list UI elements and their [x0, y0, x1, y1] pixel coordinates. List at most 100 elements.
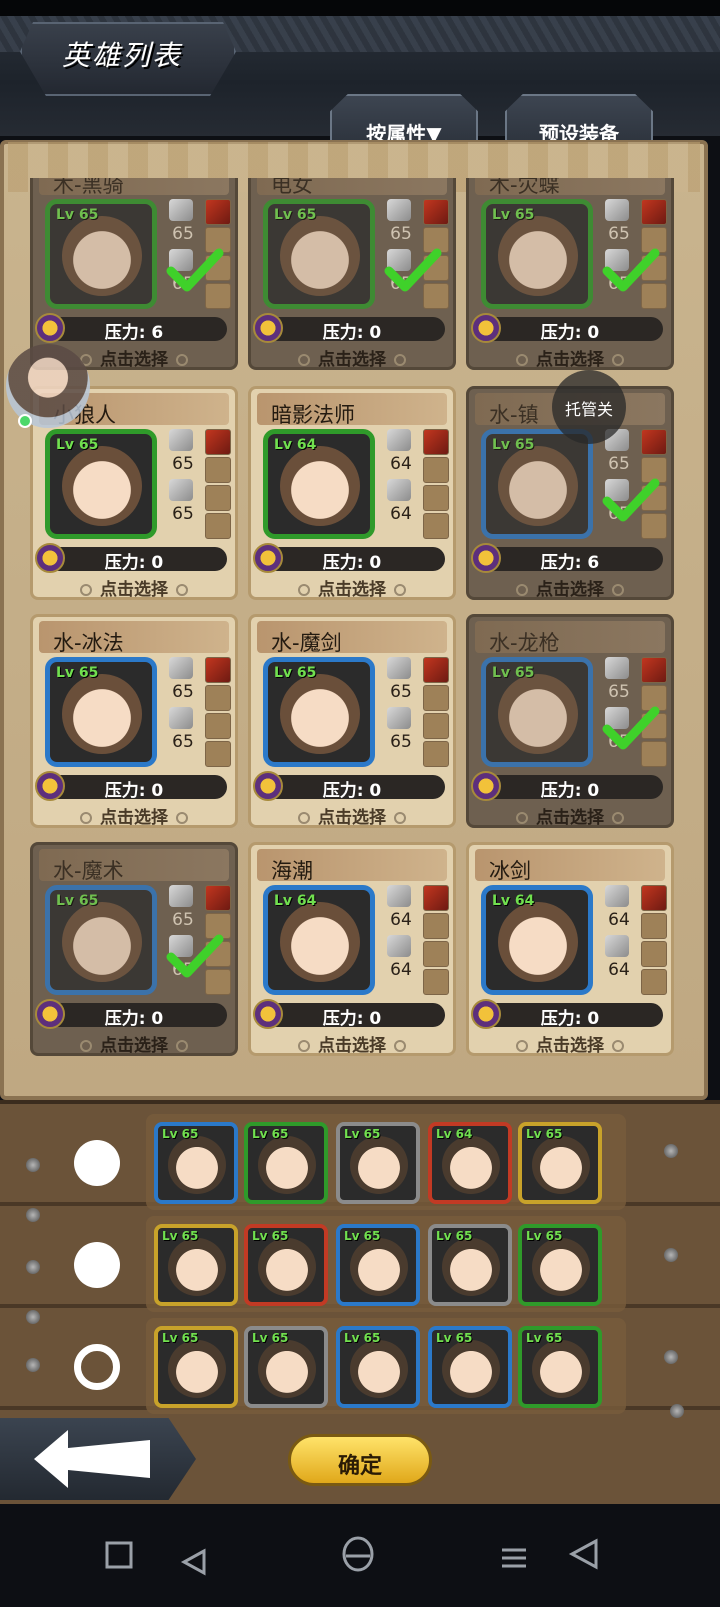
team-member-portrait[interactable]: Lv 65 — [336, 1326, 420, 1408]
select-hint[interactable]: 点击选择 — [469, 575, 671, 600]
hero-portrait: Lv 65 — [263, 657, 375, 767]
defense-value: 64 — [608, 960, 630, 980]
equipment-slot-icon — [641, 885, 667, 911]
select-hint[interactable]: 点击选择 — [469, 803, 671, 828]
equipment-slot-icon — [423, 657, 449, 683]
hero-name: 水-龙枪 — [489, 631, 560, 655]
team-member-portrait[interactable]: Lv 65 — [428, 1224, 512, 1306]
hero-face-icon — [498, 216, 578, 296]
team-member-portrait[interactable]: Lv 65 — [428, 1326, 512, 1408]
select-hint[interactable]: 点击选择 — [33, 1031, 235, 1056]
back-nav-icon[interactable] — [180, 1548, 208, 1576]
helmet-icon — [387, 479, 411, 501]
back-button[interactable] — [0, 1418, 196, 1500]
team-radio[interactable] — [74, 1242, 120, 1288]
hero-card[interactable]: 木-黑骑 Lv 65 65 65 压力: 6 点击选择 — [30, 178, 238, 370]
floating-avatar-icon[interactable] — [6, 344, 90, 428]
attack-value: 64 — [608, 910, 630, 930]
team-member-portrait[interactable]: Lv 64 — [428, 1122, 512, 1204]
attack-value: 65 — [172, 682, 194, 702]
select-hint[interactable]: 点击选择 — [251, 803, 453, 828]
android-nav-bar — [0, 1504, 720, 1607]
team-member-portrait[interactable]: Lv 65 — [244, 1224, 328, 1306]
pressure-bar: 压力: 0 — [253, 999, 445, 1029]
team-member-level: Lv 65 — [162, 1229, 199, 1243]
hero-card[interactable]: 木-灾蝶 Lv 65 65 65 压力: 0 点击选择 — [466, 178, 674, 370]
hero-name: 冰剑 — [489, 859, 531, 883]
defense-value: 65 — [172, 732, 194, 752]
hero-name-bar: 水-魔剑 — [257, 621, 447, 655]
pressure-text: 压力: 6 — [104, 323, 164, 343]
auto-toggle-button[interactable]: 托管关 — [552, 370, 626, 444]
equipment-slot-icon — [205, 485, 231, 511]
select-hint[interactable]: 点击选择 — [251, 345, 453, 370]
select-hint[interactable]: 点击选择 — [251, 1031, 453, 1056]
back-triangle-icon[interactable] — [568, 1538, 600, 1570]
dot-icon — [612, 354, 624, 366]
pressure-bar: 压力: 0 — [35, 543, 227, 573]
team-member-portrait[interactable]: Lv 65 — [244, 1122, 328, 1204]
hero-name: 水-魔术 — [53, 859, 124, 883]
recent-apps-icon[interactable] — [104, 1540, 134, 1570]
hero-card[interactable]: 水-冰法 Lv 65 65 65 压力: 0 点击选择 — [30, 614, 238, 828]
hero-face-icon — [258, 1136, 316, 1194]
select-hint[interactable]: 点击选择 — [469, 345, 671, 370]
hero-level: Lv 64 — [274, 437, 317, 453]
hero-card[interactable]: 电女 Lv 65 65 65 压力: 0 点击选择 — [248, 178, 456, 370]
pressure-bar: 压力: 0 — [253, 771, 445, 801]
team-member-portrait[interactable]: Lv 65 — [518, 1326, 602, 1408]
team-member-portrait[interactable]: Lv 65 — [244, 1326, 328, 1408]
hero-card-grid[interactable]: 木-黑骑 Lv 65 65 65 压力: 6 点击选择 电女 Lv 65 65 65 压力: 0 点击… — [2, 178, 706, 1100]
hero-card[interactable]: 冰剑 Lv 64 64 64 压力: 0 点击选择 — [466, 842, 674, 1056]
team-member-portrait[interactable]: Lv 65 — [518, 1224, 602, 1306]
team-radio[interactable] — [74, 1344, 120, 1390]
dot-icon — [612, 1040, 624, 1052]
select-hint[interactable]: 点击选择 — [33, 575, 235, 600]
team-member-level: Lv 65 — [162, 1127, 199, 1141]
select-hint-text: 点击选择 — [318, 808, 386, 828]
team-member-level: Lv 65 — [252, 1229, 289, 1243]
team-radio[interactable] — [74, 1140, 120, 1186]
hero-level: Lv 65 — [56, 665, 99, 681]
pressure-text: 压力: 0 — [322, 781, 382, 801]
hero-level: Lv 65 — [274, 207, 317, 223]
hero-card[interactable]: 水-魔术 Lv 65 65 65 压力: 0 点击选择 — [30, 842, 238, 1056]
team-row: Lv 65 Lv 65 Lv 65 Lv 65 Lv 65 — [146, 1216, 626, 1312]
defense-value: 64 — [390, 504, 412, 524]
team-member-level: Lv 65 — [344, 1331, 381, 1345]
menu-icon[interactable] — [500, 1544, 528, 1572]
pressure-bar: 压力: 0 — [471, 313, 663, 343]
pressure-text: 压力: 6 — [540, 553, 600, 573]
team-member-level: Lv 65 — [344, 1127, 381, 1141]
select-hint[interactable]: 点击选择 — [33, 803, 235, 828]
checkmark-icon — [165, 933, 225, 981]
team-member-portrait[interactable]: Lv 65 — [336, 1122, 420, 1204]
hero-card[interactable]: 海潮 Lv 64 64 64 压力: 0 点击选择 — [248, 842, 456, 1056]
dot-icon — [516, 584, 528, 596]
attack-value: 65 — [390, 682, 412, 702]
hero-name: 水-冰法 — [53, 631, 124, 655]
select-hint[interactable]: 点击选择 — [469, 1031, 671, 1056]
screw-icon — [26, 1260, 40, 1274]
sword-icon — [605, 199, 629, 221]
hero-face-icon — [258, 1340, 316, 1398]
hero-portrait: Lv 65 — [45, 885, 157, 995]
hero-card[interactable]: 水-龙枪 Lv 65 65 65 压力: 0 点击选择 — [466, 614, 674, 828]
hero-name: 水-镇 — [489, 403, 539, 427]
hero-card[interactable]: 水-魔剑 Lv 65 65 65 压力: 0 点击选择 — [248, 614, 456, 828]
team-member-portrait[interactable]: Lv 65 — [154, 1122, 238, 1204]
hero-face-icon — [258, 1238, 316, 1296]
select-hint[interactable]: 点击选择 — [251, 575, 453, 600]
team-member-portrait[interactable]: Lv 65 — [336, 1224, 420, 1306]
confirm-button[interactable]: 确定 — [288, 1434, 432, 1486]
team-member-portrait[interactable]: Lv 65 — [518, 1122, 602, 1204]
hero-card[interactable]: 暗影法师 Lv 64 64 64 压力: 0 点击选择 — [248, 386, 456, 600]
team-member-portrait[interactable]: Lv 65 — [154, 1224, 238, 1306]
select-hint-text: 点击选择 — [536, 1036, 604, 1056]
hero-stats: 64 64 — [381, 429, 421, 529]
team-member-portrait[interactable]: Lv 65 — [154, 1326, 238, 1408]
hero-portrait: Lv 65 — [263, 199, 375, 309]
attack-value: 65 — [608, 224, 630, 244]
home-icon[interactable] — [338, 1534, 378, 1574]
screw-icon — [26, 1158, 40, 1172]
